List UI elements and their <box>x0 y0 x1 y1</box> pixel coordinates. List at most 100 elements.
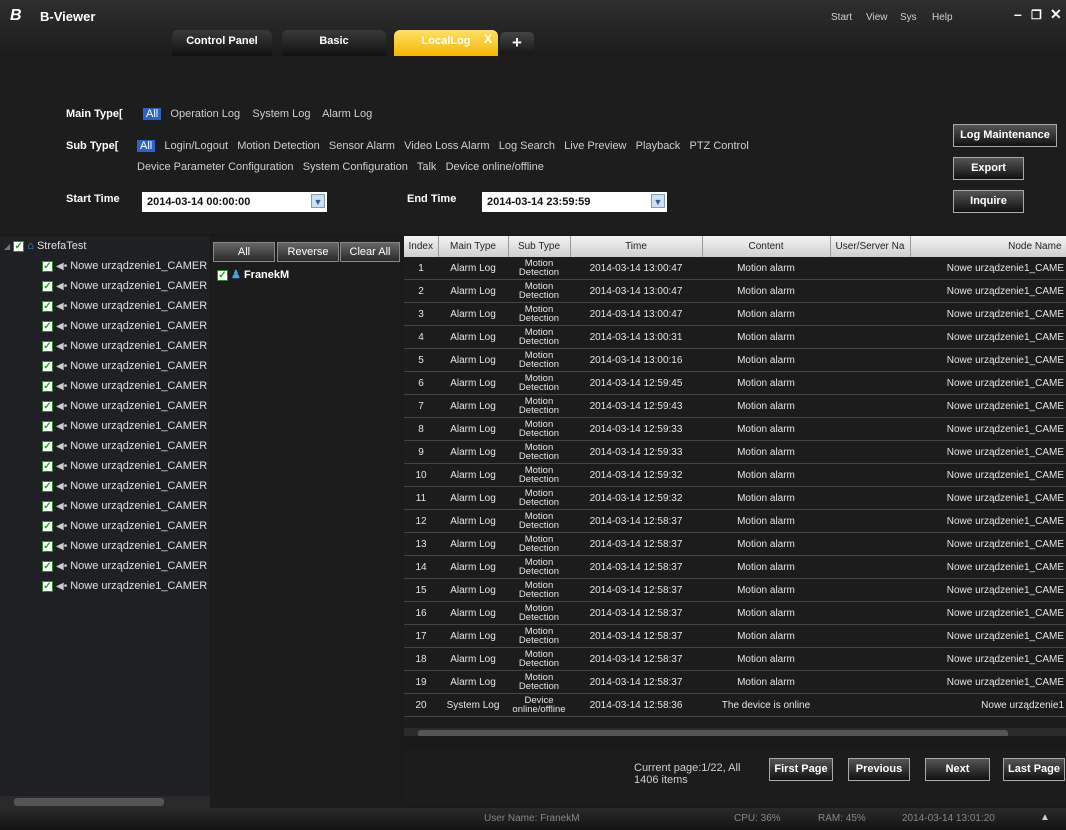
table-row[interactable]: 20 System Log Device online/offline 2014-03… <box>404 693 1066 717</box>
tree-camera-item[interactable]: ✓ ◀• Nowe urządzenie1_CAMER <box>0 456 210 476</box>
main-type-operation-log[interactable]: Operation Log <box>170 108 240 120</box>
tree-camera-item[interactable]: ✓ ◀• Nowe urządzenie1_CAMER <box>0 336 210 356</box>
col-main-type[interactable]: Main Type <box>438 236 509 257</box>
tree-scrollbar[interactable] <box>0 796 210 808</box>
table-row[interactable]: 13 Alarm Log Motion Detection 2014-03-14 12… <box>404 532 1066 556</box>
sub-type-device-online[interactable]: Device online/offline <box>446 161 544 173</box>
menu-sys[interactable]: Sys <box>900 12 917 23</box>
sub-type-live-preview[interactable]: Live Preview <box>564 140 626 152</box>
sub-type-all[interactable]: All <box>137 140 156 152</box>
tab-locallog[interactable]: LocalLog X <box>394 30 498 56</box>
user-item[interactable]: ✓ ♟ FranekM <box>217 268 289 281</box>
scroll-thumb[interactable] <box>418 730 1008 736</box>
checkbox-icon[interactable]: ✓ <box>42 340 53 352</box>
table-row[interactable]: 9 Alarm Log Motion Detection 2014-03-14 12:… <box>404 440 1066 464</box>
previous-button[interactable]: Previous <box>848 758 910 781</box>
checkbox-icon[interactable]: ✓ <box>42 280 53 292</box>
checkbox-icon[interactable]: ✓ <box>42 500 53 512</box>
sub-type-sensor-alarm[interactable]: Sensor Alarm <box>329 140 395 152</box>
table-row[interactable]: 1 Alarm Log Motion Detection 2014-03-14 13:… <box>404 257 1066 280</box>
checkbox-icon[interactable]: ✓ <box>42 300 53 312</box>
sub-type-log-search[interactable]: Log Search <box>499 140 555 152</box>
export-button[interactable]: Export <box>953 157 1024 180</box>
checkbox-icon[interactable]: ✓ <box>42 380 53 392</box>
collapse-icon[interactable]: ◢ <box>4 242 10 251</box>
reverse-button[interactable]: Reverse <box>277 242 339 262</box>
tree-camera-item[interactable]: ✓ ◀• Nowe urządzenie1_CAMER <box>0 376 210 396</box>
tree-camera-item[interactable]: ✓ ◀• Nowe urządzenie1_CAMER <box>0 516 210 536</box>
main-type-all[interactable]: All <box>143 108 162 120</box>
checkbox-icon[interactable]: ✓ <box>42 560 53 572</box>
tree-camera-item[interactable]: ✓ ◀• Nowe urządzenie1_CAMER <box>0 476 210 496</box>
col-time[interactable]: Time <box>570 236 703 257</box>
menu-start[interactable]: Start <box>831 12 852 23</box>
col-node-name[interactable]: Node Name <box>910 236 1066 257</box>
sub-type-motion-detection[interactable]: Motion Detection <box>237 140 320 152</box>
table-row[interactable]: 3 Alarm Log Motion Detection 2014-03-14 13:… <box>404 302 1066 326</box>
tree-camera-item[interactable]: ✓ ◀• Nowe urządzenie1_CAMER <box>0 356 210 376</box>
sub-type-login-logout[interactable]: Login/Logout <box>164 140 228 152</box>
checkbox-icon[interactable]: ✓ <box>42 580 53 592</box>
close-tab-icon[interactable]: X <box>484 28 492 50</box>
checkbox-icon[interactable]: ✓ <box>42 420 53 432</box>
start-time-picker[interactable]: 2014-03-14 00:00:00 ▼ <box>142 192 327 212</box>
checkbox-icon[interactable]: ✓ <box>42 260 53 272</box>
tab-basic[interactable]: Basic <box>282 30 386 56</box>
table-row[interactable]: 16 Alarm Log Motion Detection 2014-03-14 12… <box>404 601 1066 625</box>
table-row[interactable]: 2 Alarm Log Motion Detection 2014-03-14 13:… <box>404 279 1066 303</box>
table-row[interactable]: 5 Alarm Log Motion Detection 2014-03-14 13:… <box>404 348 1066 372</box>
sub-type-playback[interactable]: Playback <box>636 140 681 152</box>
end-time-picker[interactable]: 2014-03-14 23:59:59 ▼ <box>482 192 667 212</box>
add-tab-button[interactable]: + <box>500 32 534 54</box>
sub-type-device-param[interactable]: Device Parameter Configuration <box>137 161 294 173</box>
restore-icon[interactable]: ❐ <box>1031 8 1042 22</box>
tree-camera-item[interactable]: ✓ ◀• Nowe urządzenie1_CAMER <box>0 316 210 336</box>
checkbox-icon[interactable]: ✓ <box>42 460 53 472</box>
chevron-down-icon[interactable]: ▼ <box>311 194 325 208</box>
col-sub-type[interactable]: Sub Type <box>508 236 571 257</box>
checkbox-icon[interactable]: ✓ <box>42 320 53 332</box>
checkbox-icon[interactable]: ✓ <box>42 400 53 412</box>
sub-type-video-loss[interactable]: Video Loss Alarm <box>404 140 489 152</box>
next-button[interactable]: Next <box>925 758 990 781</box>
table-row[interactable]: 11 Alarm Log Motion Detection 2014-03-14 12… <box>404 486 1066 510</box>
table-row[interactable]: 18 Alarm Log Motion Detection 2014-03-14 12… <box>404 647 1066 671</box>
table-row[interactable]: 4 Alarm Log Motion Detection 2014-03-14 13:… <box>404 325 1066 349</box>
tab-control-panel[interactable]: Control Panel <box>172 30 272 56</box>
table-hscrollbar[interactable] <box>404 728 1066 736</box>
expand-up-icon[interactable]: ▲ <box>1040 812 1050 823</box>
minimize-icon[interactable]: – <box>1014 6 1022 22</box>
table-row[interactable]: 19 Alarm Log Motion Detection 2014-03-14 12… <box>404 670 1066 694</box>
tree-camera-item[interactable]: ✓ ◀• Nowe urządzenie1_CAMER <box>0 496 210 516</box>
inquire-button[interactable]: Inquire <box>953 190 1024 213</box>
table-row[interactable]: 8 Alarm Log Motion Detection 2014-03-14 12:… <box>404 417 1066 441</box>
checkbox-icon[interactable]: ✓ <box>42 540 53 552</box>
table-row[interactable]: 10 Alarm Log Motion Detection 2014-03-14 12… <box>404 463 1066 487</box>
checkbox-icon[interactable]: ✓ <box>42 440 53 452</box>
checkbox-icon[interactable]: ✓ <box>42 480 53 492</box>
sub-type-system-config[interactable]: System Configuration <box>303 161 408 173</box>
select-all-button[interactable]: All <box>213 242 275 262</box>
first-page-button[interactable]: First Page <box>769 758 833 781</box>
sub-type-talk[interactable]: Talk <box>417 161 437 173</box>
tree-camera-item[interactable]: ✓ ◀• Nowe urządzenie1_CAMER <box>0 396 210 416</box>
scroll-thumb[interactable] <box>14 798 164 806</box>
table-row[interactable]: 17 Alarm Log Motion Detection 2014-03-14 12… <box>404 624 1066 648</box>
col-content[interactable]: Content <box>702 236 831 257</box>
table-row[interactable]: 15 Alarm Log Motion Detection 2014-03-14 12… <box>404 578 1066 602</box>
chevron-down-icon[interactable]: ▼ <box>651 194 665 208</box>
tree-camera-item[interactable]: ✓ ◀• Nowe urządzenie1_CAMER <box>0 576 210 596</box>
tree-camera-item[interactable]: ✓ ◀• Nowe urządzenie1_CAMER <box>0 436 210 456</box>
clear-all-button[interactable]: Clear All <box>340 242 400 262</box>
last-page-button[interactable]: Last Page <box>1003 758 1065 781</box>
table-row[interactable]: 12 Alarm Log Motion Detection 2014-03-14 12… <box>404 509 1066 533</box>
tree-camera-item[interactable]: ✓ ◀• Nowe urządzenie1_CAMER <box>0 416 210 436</box>
col-user[interactable]: User/Server Na <box>830 236 911 257</box>
checkbox-icon[interactable]: ✓ <box>42 520 53 532</box>
menu-view[interactable]: View <box>866 12 888 23</box>
tree-camera-item[interactable]: ✓ ◀• Nowe urządzenie1_CAMER <box>0 536 210 556</box>
checkbox-icon[interactable]: ✓ <box>13 240 25 252</box>
table-row[interactable]: 7 Alarm Log Motion Detection 2014-03-14 12:… <box>404 394 1066 418</box>
tree-camera-item[interactable]: ✓ ◀• Nowe urządzenie1_CAMER <box>0 276 210 296</box>
table-row[interactable]: 6 Alarm Log Motion Detection 2014-03-14 12:… <box>404 371 1066 395</box>
